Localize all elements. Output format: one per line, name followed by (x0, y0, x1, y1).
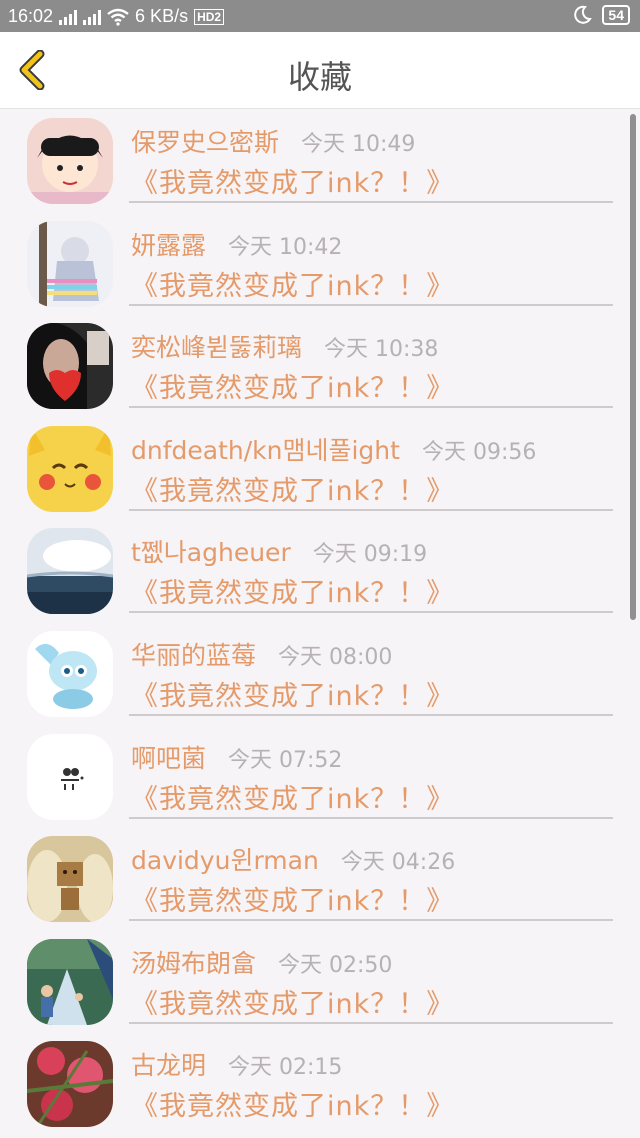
contact-name: 奕松峰뷛뚫莉璃 (131, 333, 303, 363)
avatar (27, 630, 113, 717)
avatar (27, 425, 113, 512)
avatar (27, 938, 113, 1025)
avatar (27, 1041, 113, 1128)
timestamp: 今天 09:56 (421, 439, 537, 465)
message-preview: 《我竟然变成了ink？！》 (131, 783, 455, 815)
network-speed: 6 KB/s (135, 6, 189, 26)
divider (129, 611, 613, 614)
list-item[interactable]: dnfdeath/kn맴네풀ight 今天 09:56 《我竟然变成了ink？！… (0, 417, 640, 520)
page-title: 收藏 (287, 58, 352, 96)
contact-name: davidyu윈rman (131, 846, 319, 876)
battery-indicator: 54 (602, 5, 630, 25)
avatar (27, 528, 113, 615)
message-preview: 《我竟然变成了ink？！》 (131, 475, 455, 507)
timestamp: 今天 10:49 (301, 132, 416, 157)
list-item[interactable]: 汤姆布朗畣 今天 02:50 《我竟然变成了ink？！》 (0, 930, 640, 1033)
signal-2g-icon (59, 9, 78, 25)
list-item[interactable]: 奕松峰뷛뚫莉璃 今天 10:38 《我竟然变成了ink？！》 (0, 314, 640, 417)
avatar (27, 323, 113, 410)
message-preview: 《我竟然变成了ink？！》 (131, 886, 455, 918)
moon-icon (574, 5, 593, 24)
divider (129, 713, 613, 716)
contact-name: t쩺나agheuer (131, 538, 291, 568)
divider (129, 201, 613, 203)
divider (129, 919, 613, 922)
contact-name: 汤姆布朗畣 (131, 948, 257, 978)
timestamp: 今天 04:26 (340, 850, 456, 876)
message-preview: 《我竟然变成了ink？！》 (131, 578, 455, 610)
divider (129, 303, 613, 306)
timestamp: 今天 10:42 (228, 234, 343, 260)
list-item[interactable]: 妍露露 今天 10:42 《我竟然变成了ink？！》 (0, 212, 640, 315)
timestamp: 今天 09:19 (312, 542, 428, 568)
avatar (27, 836, 113, 923)
timestamp: 今天 02:15 (228, 1055, 343, 1081)
contact-name: 保罗史으密斯 (131, 128, 280, 157)
scrollbar[interactable] (630, 114, 636, 620)
message-preview: 《我竟然变成了ink？！》 (131, 373, 455, 405)
timestamp: 今天 02:50 (278, 952, 393, 978)
contact-name: 古龙明 (131, 1051, 207, 1081)
clock: 16:02 (8, 6, 54, 26)
divider (129, 508, 613, 511)
status-bar: 16:02 6 KB/s HD2 54 (0, 0, 640, 32)
message-preview: 《我竟然变成了ink？！》 (131, 1091, 455, 1123)
list-item[interactable]: 古龙明 今天 02:15 《我竟然变成了ink？！》 (0, 1032, 640, 1135)
message-preview: 《我竟然变成了ink？！》 (131, 988, 455, 1020)
contact-name: 华丽的蓝莓 (131, 640, 257, 670)
divider (129, 816, 613, 819)
divider (129, 1021, 613, 1024)
wifi-icon (107, 8, 129, 26)
message-preview: 《我竟然变成了ink？！》 (131, 168, 455, 199)
list-item[interactable]: t쩺나agheuer 今天 09:19 《我竟然变成了ink？！》 (0, 519, 640, 622)
list-item[interactable]: 啊吧菌 今天 07:52 《我竟然变成了ink？！》 (0, 725, 640, 828)
avatar (27, 118, 113, 204)
contact-name: 妍露露 (131, 230, 207, 260)
divider (129, 406, 613, 409)
message-preview: 《我竟然变成了ink？！》 (131, 270, 455, 302)
timestamp: 今天 10:38 (324, 337, 439, 363)
avatar (27, 733, 113, 820)
header-bar: 收藏 (0, 32, 640, 109)
avatar (27, 220, 113, 307)
timestamp: 今天 07:52 (228, 747, 343, 773)
contact-name: 啊吧菌 (131, 743, 207, 773)
timestamp: 今天 08:00 (278, 644, 393, 670)
contact-name: dnfdeath/kn맴네풀ight (131, 435, 400, 465)
favorites-list: 保罗史으密斯 今天 10:49 《我竟然变成了ink？！》 妍露露 今天 10:… (0, 109, 640, 1135)
list-item[interactable]: davidyu윈rman 今天 04:26 《我竟然变成了ink？！》 (0, 827, 640, 930)
list-item[interactable]: 华丽的蓝莓 今天 08:00 《我竟然变成了ink？！》 (0, 622, 640, 725)
hd-badge: HD2 (194, 8, 225, 25)
message-preview: 《我竟然变成了ink？！》 (131, 680, 455, 712)
list-item[interactable]: 保罗史으密斯 今天 10:49 《我竟然变成了ink？！》 (0, 109, 640, 212)
signal-4g-icon (83, 9, 102, 25)
